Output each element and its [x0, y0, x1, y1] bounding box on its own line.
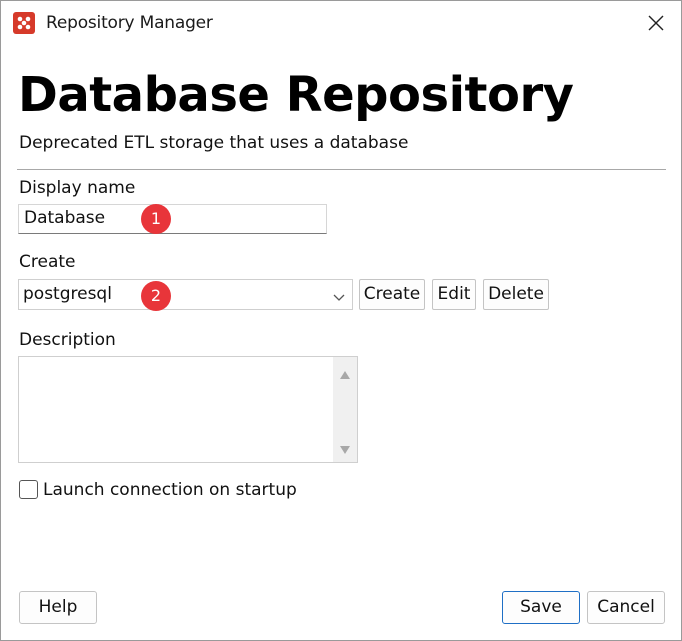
- window-title: Repository Manager: [46, 13, 213, 33]
- edit-button[interactable]: Edit: [432, 279, 476, 310]
- annotation-badge-2: 2: [141, 281, 171, 311]
- save-button[interactable]: Save: [502, 591, 580, 624]
- annotation-badge-1: 1: [141, 204, 171, 234]
- connection-select[interactable]: postgresql: [18, 279, 353, 310]
- description-scrollbar[interactable]: [333, 357, 357, 462]
- scroll-up-icon[interactable]: [339, 367, 351, 385]
- chevron-down-icon: [332, 288, 346, 308]
- display-name-label: Display name: [19, 178, 136, 198]
- display-name-value: Database: [24, 208, 106, 228]
- description-textarea[interactable]: [18, 356, 358, 463]
- cancel-button[interactable]: Cancel: [587, 591, 665, 624]
- repository-app-icon: [13, 12, 35, 34]
- scroll-down-icon[interactable]: [339, 442, 351, 460]
- page-title: Database Repository: [18, 67, 574, 123]
- help-button[interactable]: Help: [19, 591, 97, 624]
- title-bar: Repository Manager: [1, 1, 681, 45]
- connection-select-value: postgresql: [23, 284, 112, 304]
- create-button[interactable]: Create: [359, 279, 425, 310]
- header-divider: [17, 169, 666, 170]
- display-name-input[interactable]: Database: [18, 204, 327, 234]
- launch-on-startup-checkbox[interactable]: [19, 480, 38, 499]
- close-button[interactable]: [637, 5, 675, 41]
- close-icon: [648, 15, 664, 31]
- description-label: Description: [19, 330, 116, 350]
- launch-on-startup-label: Launch connection on startup: [43, 480, 297, 500]
- create-label: Create: [19, 252, 76, 272]
- repository-manager-dialog: Repository Manager Database Repository D…: [0, 0, 682, 641]
- delete-button[interactable]: Delete: [483, 279, 549, 310]
- page-subtitle: Deprecated ETL storage that uses a datab…: [19, 133, 409, 153]
